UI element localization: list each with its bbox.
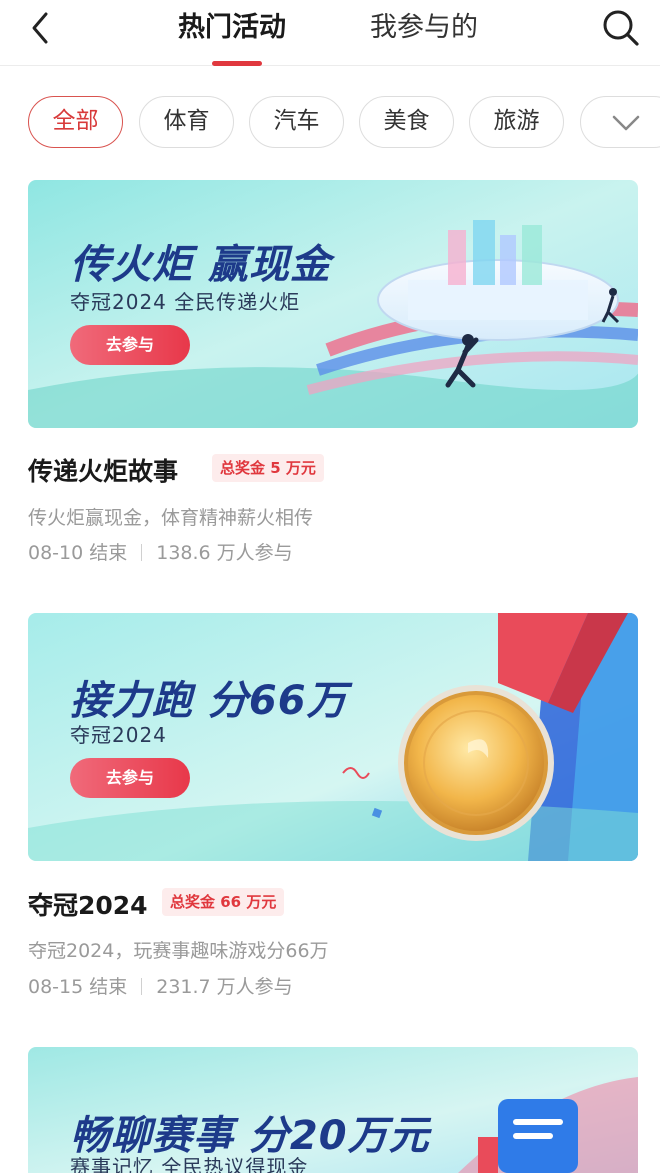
end-date: 08-15 结束 <box>28 976 128 998</box>
back-button[interactable] <box>22 8 62 48</box>
activity-banner-relay[interactable]: 接力跑 分66万 夺冠2024 去参与 <box>28 613 638 861</box>
join-button[interactable]: 去参与 <box>70 758 190 798</box>
expand-categories-button[interactable] <box>580 96 660 148</box>
chip-travel[interactable]: 旅游 <box>469 96 564 148</box>
banner-title: 传火炬 赢现金 <box>70 242 331 288</box>
activity-meta: 08-10 结束 138.6 万人参与 <box>28 538 293 565</box>
participant-count: 138.6 万人参与 <box>156 542 293 564</box>
tab-my-participation[interactable]: 我参与的 <box>370 8 492 48</box>
chip-cars[interactable]: 汽车 <box>249 96 344 148</box>
activity-meta: 08-15 结束 231.7 万人参与 <box>28 972 293 999</box>
banner-subtitle: 夺冠2024 <box>70 723 167 747</box>
top-bar: 热门活动 我参与的 <box>0 0 660 66</box>
chip-all[interactable]: 全部 <box>28 96 123 148</box>
meta-divider <box>141 544 143 561</box>
back-arrow-icon <box>32 12 48 44</box>
activity-title[interactable]: 夺冠2024 <box>28 886 148 922</box>
chevron-down-icon <box>612 115 640 131</box>
join-button[interactable]: 去参与 <box>70 325 190 365</box>
search-button[interactable] <box>600 7 642 49</box>
prize-badge: 总奖金 5 万元 <box>212 454 324 482</box>
chip-food[interactable]: 美食 <box>359 96 454 148</box>
activity-banner-torch[interactable]: 传火炬 赢现金 夺冠2024 全民传递火炬 去参与 <box>28 180 638 428</box>
activity-description: 夺冠2024，玩赛事趣味游戏分66万 <box>28 940 329 962</box>
activity-banner-chat[interactable]: 畅聊赛事 分20万元 赛事记忆 全民热议得现金 <box>28 1047 638 1173</box>
prize-badge: 总奖金 66 万元 <box>162 888 285 916</box>
search-icon <box>603 10 639 46</box>
category-filter-bar: 全部 体育 汽车 美食 旅游 <box>0 96 660 150</box>
banner-subtitle: 赛事记忆 全民热议得现金 <box>70 1155 309 1173</box>
banner-title: 接力跑 分66万 <box>70 678 348 724</box>
activity-title[interactable]: 传递火炬故事 <box>28 452 178 488</box>
banner-subtitle: 夺冠2024 全民传递火炬 <box>70 290 301 314</box>
end-date: 08-10 结束 <box>28 542 128 564</box>
activity-description: 传火炬赢现金，体育精神薪火相传 <box>28 507 314 529</box>
chip-sports[interactable]: 体育 <box>139 96 234 148</box>
meta-divider <box>141 978 143 995</box>
participant-count: 231.7 万人参与 <box>156 976 293 998</box>
active-tab-indicator <box>212 61 262 66</box>
tab-hot-activities[interactable]: 热门活动 <box>178 8 300 48</box>
